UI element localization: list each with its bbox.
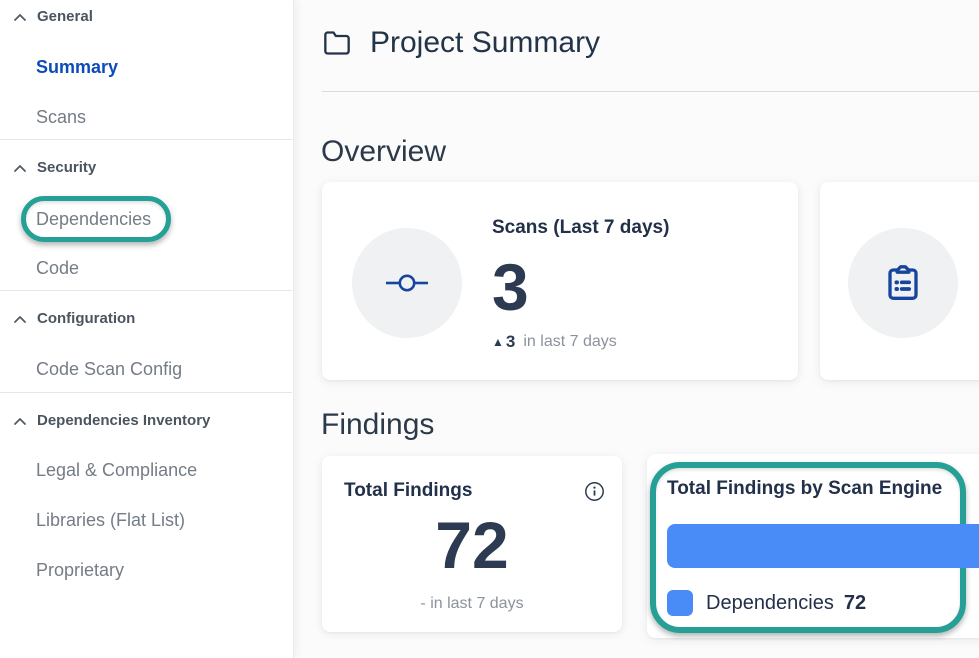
up-triangle-icon: ▲ (492, 330, 504, 354)
dependencies-bar-segment[interactable] (667, 524, 979, 568)
chevron-up-icon (13, 315, 27, 324)
info-icon[interactable] (584, 481, 605, 502)
page-header: Project Summary (321, 24, 600, 62)
legend-row: Dependencies 72 (667, 590, 866, 616)
clipboard-icon (883, 263, 923, 303)
findings-heading: Findings (321, 408, 434, 442)
sidebar-divider (0, 139, 292, 140)
scans-delta-value: 3 (506, 330, 515, 354)
sidebar-section-security[interactable]: Security (13, 157, 96, 179)
total-findings-delta: - in last 7 days (322, 595, 622, 613)
scans-card: Scans (Last 7 days) 3 ▲ 3 in last 7 days (322, 182, 798, 380)
sidebar-item-code-scan-config[interactable]: Code Scan Config (36, 357, 182, 381)
sidebar-section-general[interactable]: General (13, 6, 93, 28)
sidebar-divider (0, 290, 292, 291)
sidebar-item-summary[interactable]: Summary (36, 55, 118, 79)
findings-by-engine-card: Total Findings by Scan Engine Dependenci… (647, 454, 979, 638)
findings-by-engine-title: Total Findings by Scan Engine (667, 477, 942, 501)
chevron-up-icon (13, 13, 27, 22)
legend-value: 72 (844, 592, 866, 615)
sidebar-item-code[interactable]: Code (36, 256, 79, 280)
sidebar-section-label: Security (37, 157, 96, 179)
total-findings-count: 72 (322, 512, 622, 578)
sidebar-section-configuration[interactable]: Configuration (13, 308, 135, 330)
scan-commit-icon (384, 270, 430, 296)
chevron-up-icon (13, 417, 27, 426)
sidebar: General Summary Scans Security Dependenc… (0, 0, 294, 658)
issues-card (820, 182, 979, 380)
overview-heading: Overview (321, 135, 446, 169)
chevron-up-icon (13, 164, 27, 173)
sidebar-section-label: General (37, 6, 93, 28)
scans-icon-circle (352, 228, 462, 338)
sidebar-divider (0, 392, 292, 393)
scans-delta-suffix: in last 7 days (523, 330, 616, 354)
scans-count: 3 (492, 254, 529, 320)
clipboard-icon-circle (848, 228, 958, 338)
sidebar-item-scans[interactable]: Scans (36, 105, 86, 129)
sidebar-section-dependencies-inventory[interactable]: Dependencies Inventory (13, 410, 210, 432)
total-findings-card: Total Findings 72 - in last 7 days (322, 456, 622, 632)
sidebar-item-libraries-flat-list[interactable]: Libraries (Flat List) (36, 508, 185, 532)
sidebar-item-legal-compliance[interactable]: Legal & Compliance (36, 458, 197, 482)
scans-card-title: Scans (Last 7 days) (492, 216, 669, 240)
legend-label: Dependencies (706, 592, 834, 615)
page-title: Project Summary (370, 24, 600, 62)
app-root: General Summary Scans Security Dependenc… (0, 0, 979, 658)
sidebar-item-proprietary[interactable]: Proprietary (36, 558, 124, 582)
total-findings-title: Total Findings (344, 479, 472, 503)
main-content: Project Summary Overview Scans (Last 7 d… (293, 0, 979, 658)
sidebar-section-label: Dependencies Inventory (37, 410, 210, 432)
sidebar-item-dependencies[interactable]: Dependencies (36, 207, 151, 231)
sidebar-section-label: Configuration (37, 308, 135, 330)
legend-swatch-dependencies (667, 590, 693, 616)
folder-icon (321, 29, 353, 57)
header-divider (322, 91, 979, 92)
scans-delta: ▲ 3 in last 7 days (492, 330, 617, 354)
